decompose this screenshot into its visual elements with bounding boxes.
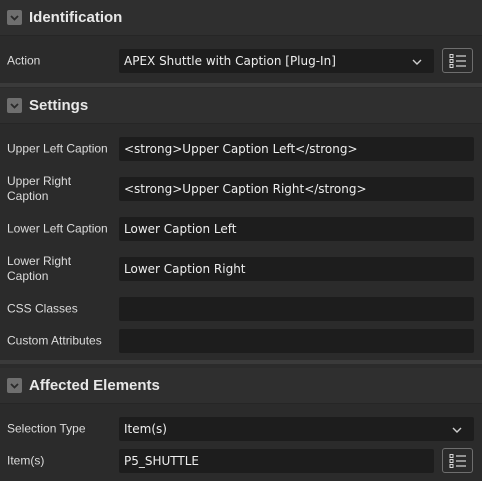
selection-type-value: Item(s) [124,422,167,436]
chevron-down-icon [412,59,422,65]
lower-right-caption-label: Lower Right Caption [7,254,72,283]
action-label: Action [7,53,41,68]
list-icon [449,453,466,468]
chevron-down-icon[interactable] [7,10,22,25]
chevron-down-icon[interactable] [7,378,22,393]
custom-attributes-input[interactable] [119,329,474,353]
items-row: Item(s) P5_SHUTTLE [0,448,482,474]
items-label: Item(s) [7,453,45,468]
action-value: APEX Shuttle with Caption [Plug-In] [124,54,336,68]
upper-right-caption-label: Upper Right Caption [7,174,72,203]
section-title: Affected Elements [29,377,160,394]
css-classes-input[interactable] [119,297,474,321]
section-divider [0,83,482,87]
css-classes-label: CSS Classes [7,301,78,316]
section-title: Settings [29,97,89,114]
selection-type-label: Selection Type [7,421,86,436]
custom-attributes-row: Custom Attributes [0,328,482,354]
action-list-button[interactable] [442,48,473,73]
upper-right-caption-row: Upper Right Caption <strong>Upper Captio… [0,174,482,203]
upper-left-caption-input[interactable]: <strong>Upper Caption Left</strong> [119,137,474,161]
section-divider [0,360,482,364]
chevron-down-icon[interactable] [7,98,22,113]
lower-right-caption-row: Lower Right Caption Lower Caption Right [0,254,482,283]
chevron-down-icon [452,427,462,433]
list-icon [449,53,466,68]
items-list-button[interactable] [442,448,473,473]
upper-left-caption-row: Upper Left Caption <strong>Upper Caption… [0,136,482,162]
upper-left-caption-label: Upper Left Caption [7,141,108,156]
lower-right-caption-input[interactable]: Lower Caption Right [119,257,474,281]
section-header-settings[interactable]: Settings [0,88,482,124]
css-classes-row: CSS Classes [0,296,482,322]
lower-left-caption-input[interactable]: Lower Caption Left [119,217,474,241]
items-input[interactable]: P5_SHUTTLE [119,449,434,473]
upper-right-caption-input[interactable]: <strong>Upper Caption Right</strong> [119,177,474,201]
selection-type-select[interactable]: Item(s) [119,417,474,441]
action-select[interactable]: APEX Shuttle with Caption [Plug-In] [119,49,434,73]
lower-left-caption-label: Lower Left Caption [7,221,108,236]
action-row: Action APEX Shuttle with Caption [Plug-I… [0,48,482,74]
selection-type-row: Selection Type Item(s) [0,416,482,442]
lower-left-caption-row: Lower Left Caption Lower Caption Left [0,216,482,242]
custom-attributes-label: Custom Attributes [7,333,102,348]
section-title: Identification [29,9,123,26]
section-header-affected-elements[interactable]: Affected Elements [0,368,482,404]
section-header-identification[interactable]: Identification [0,0,482,36]
